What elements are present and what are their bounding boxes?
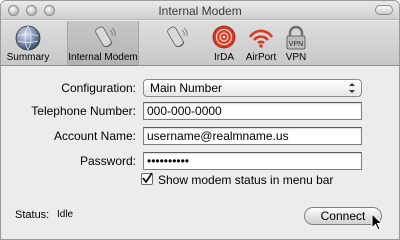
account-name-label: Account Name: <box>53 129 136 143</box>
toolbar-item-summary[interactable]: Summary <box>3 21 53 66</box>
account-name-field[interactable]: username@realmname.us <box>143 127 362 145</box>
phone-icon <box>95 26 116 47</box>
configuration-popup[interactable]: Main Number <box>143 79 362 97</box>
mouse-cursor-icon <box>371 213 383 231</box>
status-value: Idle <box>57 209 74 220</box>
phone-icon <box>167 26 188 47</box>
updown-arrows-icon <box>349 83 355 93</box>
vpn-lock-icon: VPN <box>286 25 306 50</box>
password-field[interactable]: •••••••••• <box>143 152 362 170</box>
svg-text:VPN: VPN <box>289 41 303 48</box>
toolbar-item-vpn[interactable]: VPN VPN <box>281 21 311 66</box>
window-title: Internal Modem <box>158 4 242 18</box>
irda-icon <box>212 25 236 49</box>
toolbar: Summary Internal Modem IrDA AirPort VPN … <box>1 21 399 66</box>
toolbar-item-label: IrDA <box>214 52 234 63</box>
toolbar-item-internal-modem[interactable]: Internal Modem <box>67 21 139 66</box>
toolbar-item-label: Summary <box>6 52 50 63</box>
toolbar-item-label: VPN <box>285 52 307 63</box>
title-bar: Internal Modem <box>1 1 399 20</box>
airport-icon <box>248 29 274 48</box>
modem-window: Internal Modem Summary Internal Modem Ir… <box>0 0 400 240</box>
toolbar-item-label: AirPort <box>245 52 277 63</box>
toolbar-item-phone[interactable] <box>157 21 193 66</box>
configuration-label: Configuration: <box>61 81 136 95</box>
toolbar-item-airport[interactable]: AirPort <box>241 21 281 66</box>
toolbar-item-irda[interactable]: IrDA <box>209 21 239 66</box>
checkmark-icon <box>142 172 153 184</box>
configuration-value: Main Number <box>150 81 223 95</box>
telephone-label: Telephone Number: <box>31 104 136 118</box>
telephone-field[interactable]: 000-000-0000 <box>143 102 362 120</box>
password-label: Password: <box>79 154 136 168</box>
toolbar-toggle-button[interactable] <box>375 5 393 15</box>
globe-icon <box>15 25 41 51</box>
show-status-checkbox[interactable] <box>141 172 153 185</box>
toolbar-item-label: Internal Modem <box>68 52 138 63</box>
show-status-label: Show modem status in menu bar <box>158 173 334 187</box>
status-label: Status: <box>15 209 50 221</box>
